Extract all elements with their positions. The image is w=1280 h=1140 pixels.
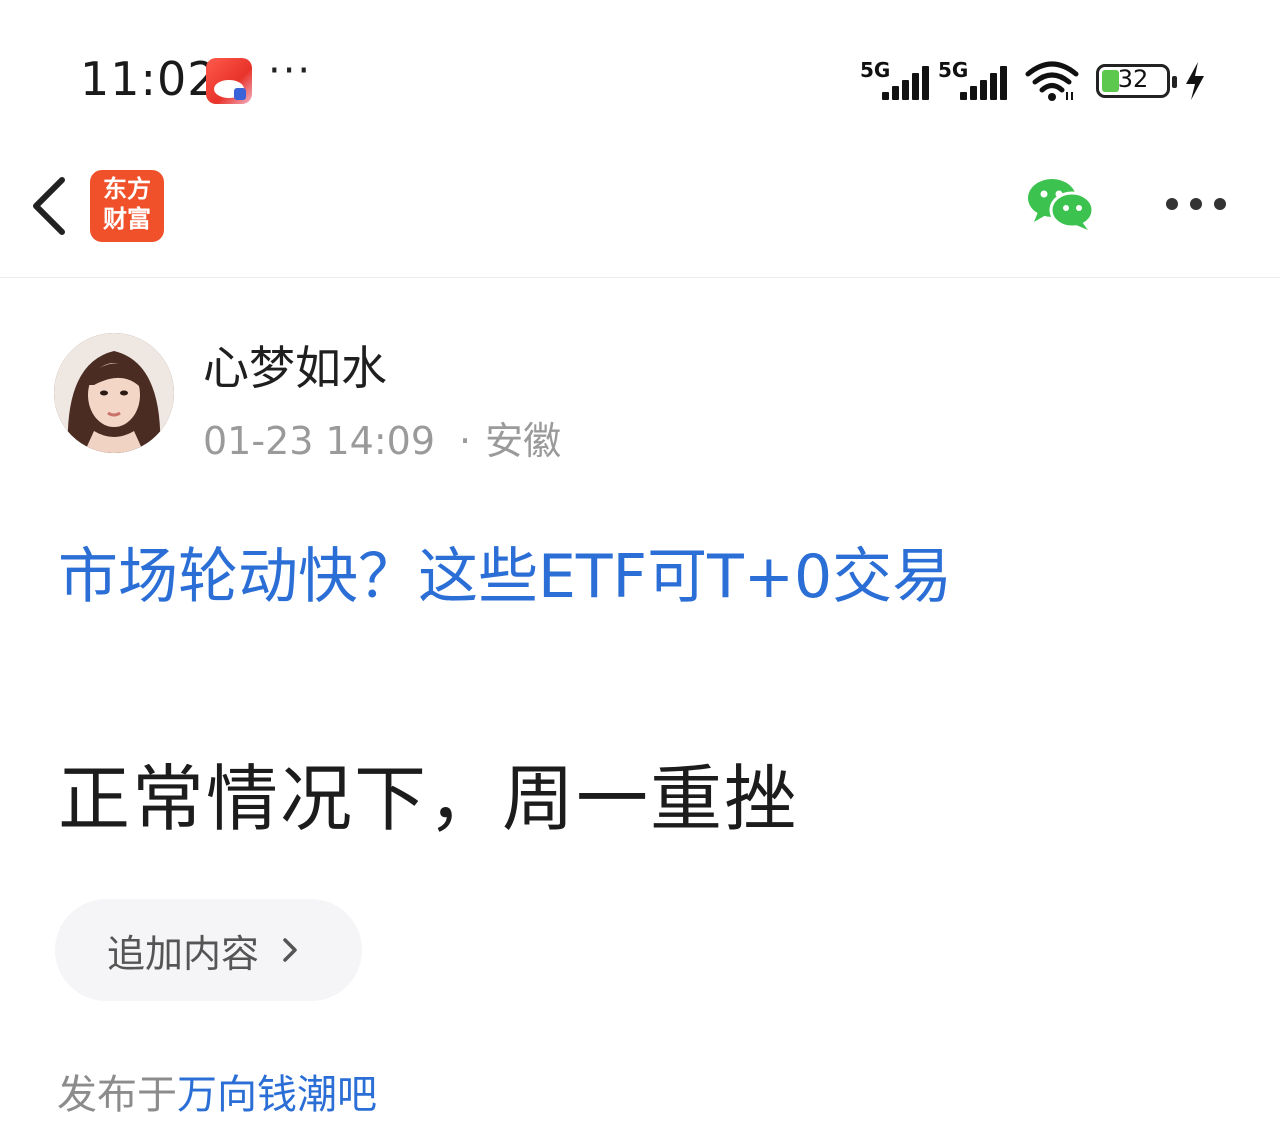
battery-level: 32 — [1117, 65, 1149, 93]
wechat-share-icon[interactable] — [1026, 176, 1096, 232]
more-options-icon[interactable] — [1164, 198, 1228, 212]
post-detail-page: 11:02 ··· 5G 5G 32 东方 财富 心梦如水 01-23 14:0… — [0, 0, 1280, 1140]
post-meta: 01-23 14:09 · 安徽 — [203, 410, 561, 465]
chevron-right-icon — [283, 938, 297, 962]
linked-article-title[interactable]: 市场轮动快？这些ETF可T+0交易 — [58, 528, 952, 615]
add-content-label: 追加内容 — [107, 931, 260, 976]
post-date: 01-23 14:09 — [203, 419, 436, 463]
notification-more-icon: ··· — [268, 48, 313, 94]
author-name[interactable]: 心梦如水 — [203, 332, 387, 398]
post-body-text: 正常情况下，周一重挫 — [58, 757, 799, 841]
published-in: 发布于万向钱潮吧 — [57, 1062, 377, 1120]
post-location: 安徽 — [485, 419, 562, 463]
charging-icon — [1186, 62, 1204, 100]
forum-link[interactable]: 万向钱潮吧 — [177, 1072, 377, 1118]
status-bar: 11:02 ··· 5G 5G 32 — [0, 0, 1280, 150]
logo-line-1: 东方 — [103, 175, 151, 203]
wifi-icon — [1025, 61, 1079, 101]
app-logo[interactable]: 东方 财富 — [90, 170, 164, 242]
logo-line-2: 财富 — [103, 205, 151, 233]
meta-separator: · — [459, 419, 472, 463]
published-prefix: 发布于 — [57, 1072, 177, 1118]
status-time: 11:02 — [80, 52, 218, 106]
add-content-button[interactable]: 追加内容 — [55, 899, 362, 1001]
author-avatar[interactable] — [54, 333, 174, 453]
battery-icon: 32 — [1096, 64, 1177, 98]
back-arrow-icon[interactable] — [26, 174, 76, 238]
top-nav-bar: 东方 财富 — [0, 150, 1280, 278]
notification-app-icon — [206, 58, 252, 104]
